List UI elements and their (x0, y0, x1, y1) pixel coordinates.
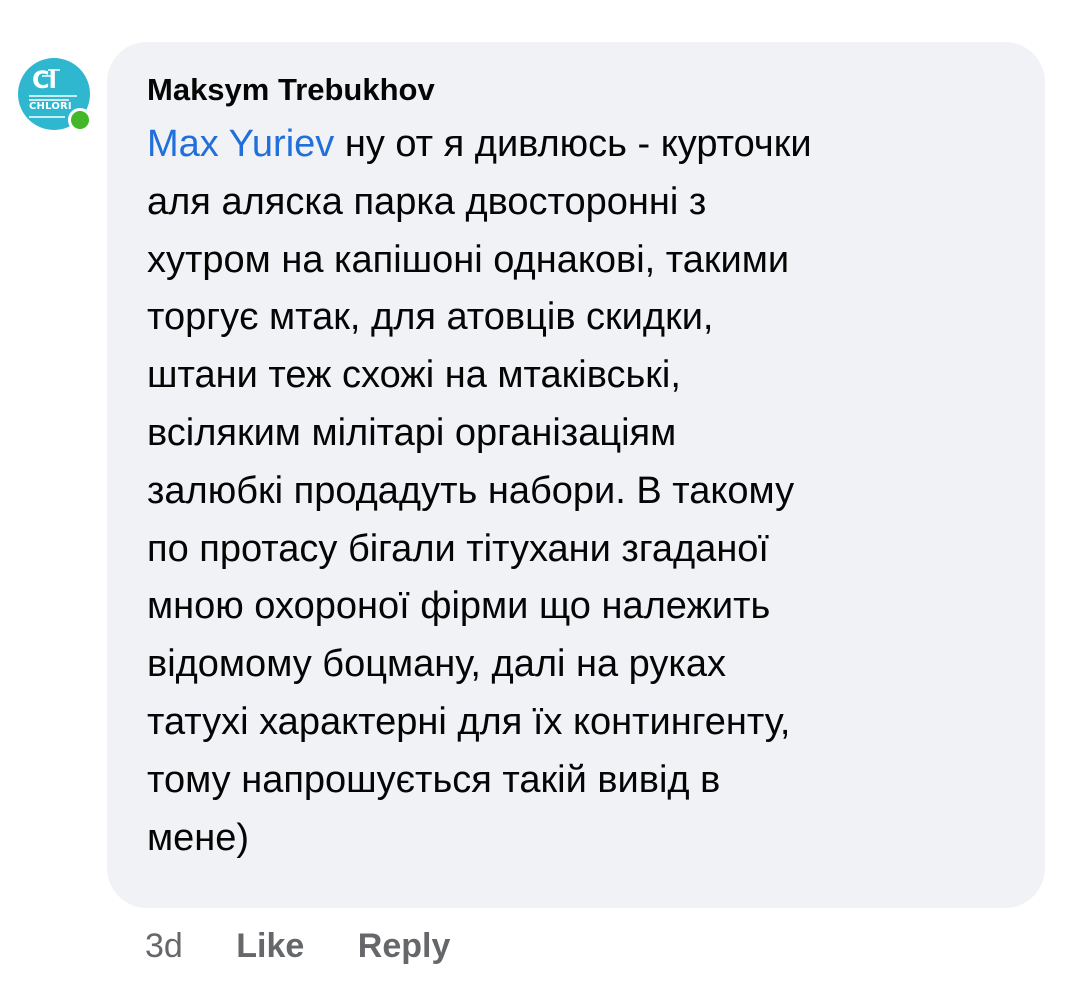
reply-button[interactable]: Reply (358, 927, 451, 965)
online-status-dot (68, 108, 92, 132)
avatar-element-name: CHLORI (29, 101, 72, 112)
comment-line: штани теж схожі на мтаківські, (147, 354, 681, 397)
profile-avatar[interactable]: Cl CHLORI (18, 58, 92, 132)
comment-text: Max Yuriev ну от я дивлюсь - курточки ал… (147, 116, 1015, 867)
comment-line: мною охороної фірми що належить (147, 585, 771, 628)
comment-line: татухі характерні для їх контингенту, (147, 700, 791, 743)
comment-line: Max Yuriev ну от я дивлюсь - курточки (147, 116, 1015, 174)
comment-line: залюбкі продадуть набори. В такому (147, 469, 795, 512)
comment-line: мене) (147, 816, 250, 859)
comment-bubble: Maksym Trebukhov Max Yuriev ну от я дивл… (107, 42, 1045, 908)
comment-line: всіляким мілітарі організаціям (147, 411, 677, 454)
avatar-symbol: Cl (32, 66, 57, 94)
mention-link[interactable]: Max Yuriev (147, 123, 334, 165)
comment-line-text: ну от я дивлюсь - курточки (334, 123, 812, 165)
comment-timestamp[interactable]: 3d (145, 927, 183, 965)
comment-line: по протасу бігали тітухани згаданої (147, 527, 769, 570)
comment-actions: 3d Like Reply (145, 922, 494, 970)
comment-line: хутром на капішоні однакові, такими (147, 238, 790, 281)
comment-author[interactable]: Maksym Trebukhov (147, 70, 1015, 110)
comment-line: аля аляска парка двосторонні з (147, 180, 707, 223)
like-button[interactable]: Like (236, 927, 304, 965)
comment-line: торгує мтак, для атовців скидки, (147, 296, 714, 339)
comment-line: тому напрошується такій вивід в (147, 758, 721, 801)
comment-line: відомому боцману, далі на руках (147, 643, 726, 686)
